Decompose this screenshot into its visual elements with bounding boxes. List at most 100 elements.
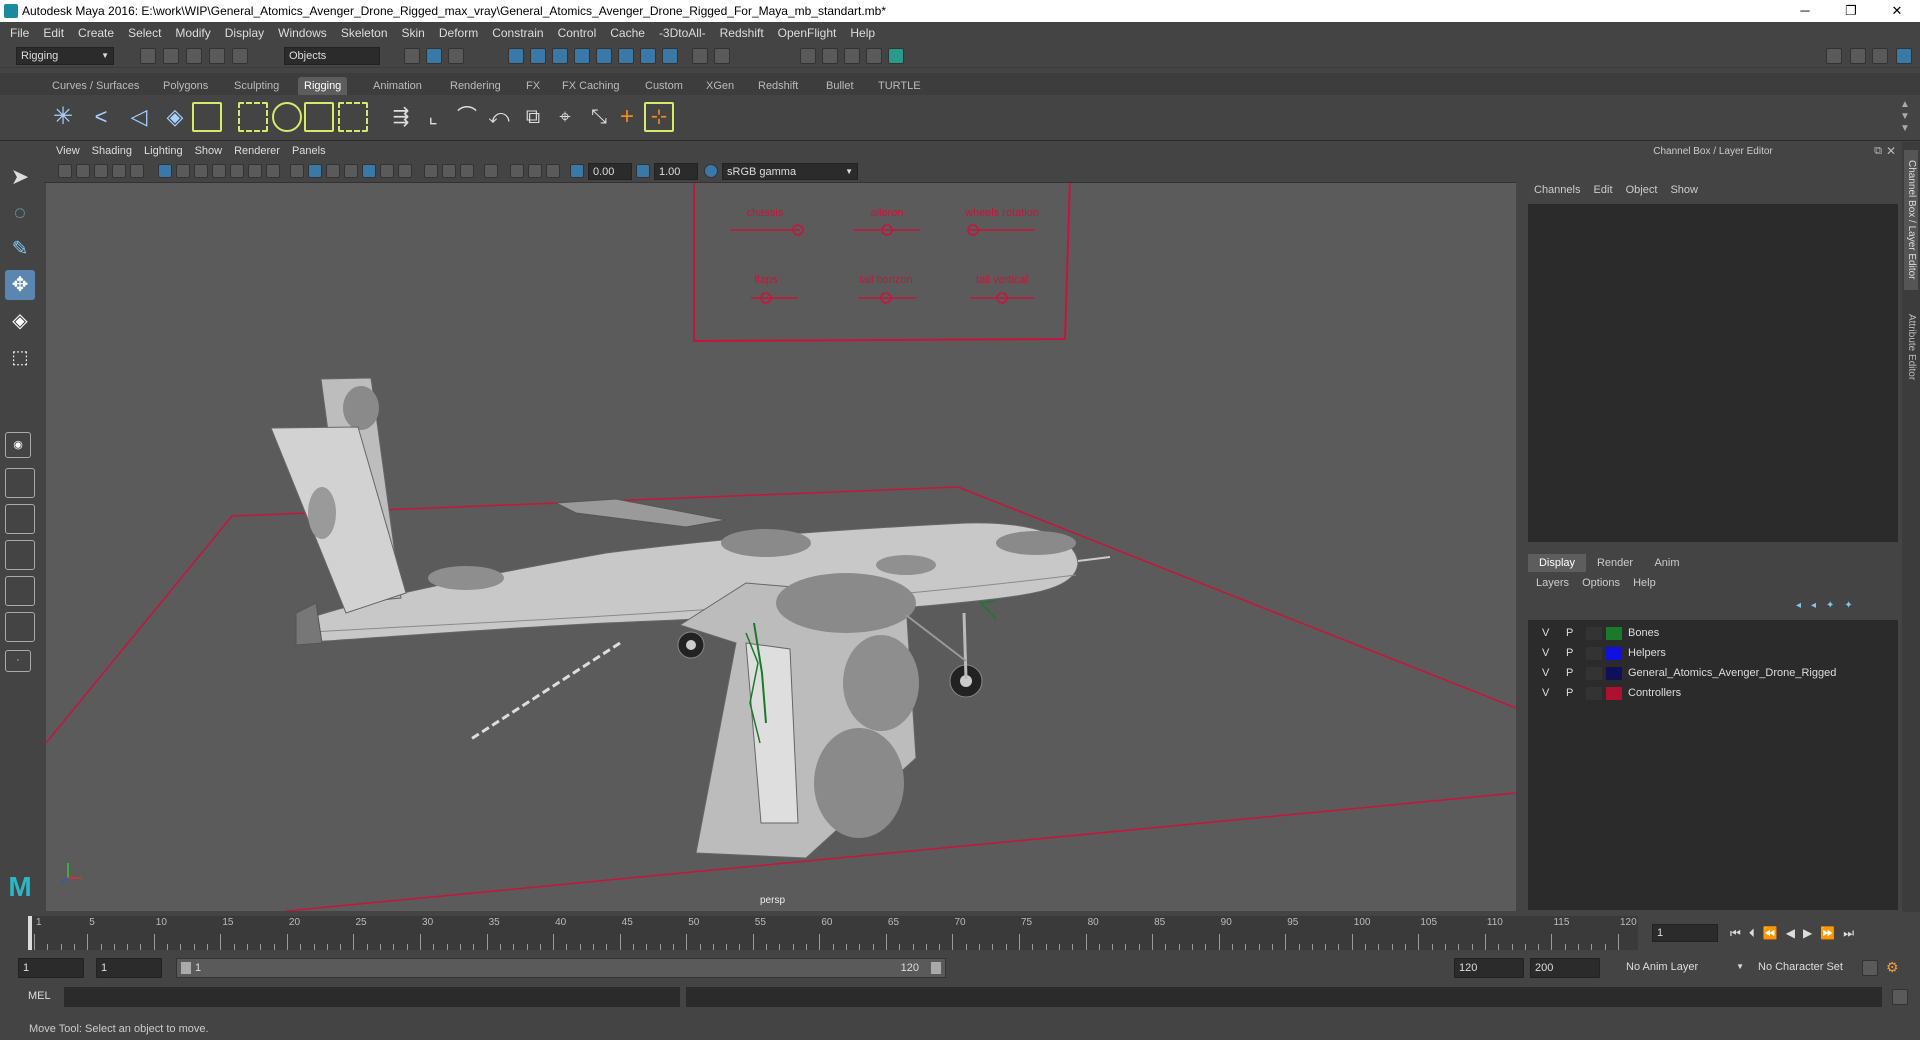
- mirror-joint-icon[interactable]: ◈: [160, 102, 190, 132]
- render-frame-icon[interactable]: [822, 48, 838, 64]
- exposure-icon[interactable]: [570, 164, 584, 178]
- current-frame-field[interactable]: 1: [1652, 924, 1718, 942]
- layer-color-swatch[interactable]: [1606, 667, 1622, 680]
- step-back-key-icon[interactable]: ⏴: [1749, 926, 1763, 940]
- safe-title-icon[interactable]: [266, 164, 280, 178]
- channels-menu-show[interactable]: Show: [1670, 184, 1698, 196]
- vp-menu-panels[interactable]: Panels: [292, 145, 326, 157]
- wireframe-icon[interactable]: [290, 164, 304, 178]
- save-scene-icon[interactable]: [186, 48, 202, 64]
- cluster-handle-icon[interactable]: ⊹: [644, 102, 674, 132]
- wrap-deformer-icon[interactable]: [338, 102, 368, 132]
- shelf-tab-custom[interactable]: Custom: [639, 77, 689, 95]
- textured-icon[interactable]: [344, 164, 358, 178]
- aim-constraint-icon[interactable]: ⌖: [550, 102, 580, 132]
- xray-icon[interactable]: [510, 164, 524, 178]
- menu-file[interactable]: File: [10, 26, 29, 40]
- layer-tab-display[interactable]: Display: [1528, 554, 1586, 572]
- color-management-icon[interactable]: [704, 164, 718, 178]
- isolate-select-icon[interactable]: [484, 164, 498, 178]
- shelf-tab-turtle[interactable]: TURTLE: [872, 77, 927, 95]
- close-button[interactable]: ✕: [1874, 0, 1920, 22]
- shelf-tab-fx[interactable]: FX: [520, 77, 546, 95]
- history-icon[interactable]: [662, 48, 678, 64]
- vp-menu-renderer[interactable]: Renderer: [234, 145, 280, 157]
- motion-blur-icon[interactable]: [424, 164, 438, 178]
- open-scene-icon[interactable]: [163, 48, 179, 64]
- menu-help[interactable]: Help: [850, 26, 875, 40]
- shelf-tab-sculpting[interactable]: Sculpting: [228, 77, 285, 95]
- layer-playback-toggle[interactable]: P: [1566, 684, 1573, 703]
- layer-tab-render[interactable]: Render: [1588, 554, 1642, 572]
- persp-uv-layout-icon[interactable]: [5, 612, 35, 642]
- select-component-icon[interactable]: [448, 48, 464, 64]
- ik-handle-icon[interactable]: <: [86, 102, 116, 132]
- select-tool-icon[interactable]: ➤: [5, 162, 35, 192]
- close-panel-icon[interactable]: ✕: [1886, 144, 1896, 158]
- grid-toggle-icon[interactable]: [158, 164, 172, 178]
- layer-visibility-toggle[interactable]: V: [1542, 644, 1549, 663]
- play-backward-icon[interactable]: ◀: [1786, 926, 1803, 940]
- select-hierarchy-icon[interactable]: [404, 48, 420, 64]
- layer-visibility-toggle[interactable]: V: [1542, 684, 1549, 703]
- layer-name[interactable]: Bones: [1628, 624, 1659, 643]
- layer-tab-anim[interactable]: Anim: [1644, 554, 1690, 572]
- channel-box-area[interactable]: [1528, 204, 1898, 542]
- layer-action-icons[interactable]: ◂◂✦✦: [1796, 600, 1863, 611]
- snap-point-icon[interactable]: [552, 48, 568, 64]
- side-tab-channel-box[interactable]: Channel Box / Layer Editor: [1904, 150, 1918, 290]
- layer-playback-toggle[interactable]: P: [1566, 664, 1573, 683]
- selection-mode-dropdown[interactable]: Objects: [284, 47, 380, 65]
- time-slider[interactable]: 1 5 10 15 20 25 30 35 40 45 50 55 60 65 70 75 80 85 90 95 10…: [28, 916, 1638, 950]
- gate-mask-icon[interactable]: [212, 164, 226, 178]
- smooth-bind-icon[interactable]: [272, 102, 302, 132]
- playback-controls[interactable]: ⏮⏴⏪◀▶⏩⏭: [1730, 924, 1916, 942]
- four-view-layout-icon[interactable]: [5, 468, 35, 498]
- shadows-icon[interactable]: [380, 164, 394, 178]
- layer-visibility-toggle[interactable]: V: [1542, 664, 1549, 683]
- perspective-viewport[interactable]: chassis aileron wheels rotation flaps ta…: [46, 183, 1516, 911]
- layer-type-box[interactable]: [1586, 627, 1602, 640]
- go-to-end-icon[interactable]: ⏭: [1843, 926, 1862, 940]
- cluster-icon[interactable]: ⇶: [386, 102, 416, 132]
- bind-skin-icon[interactable]: [238, 102, 268, 132]
- control-label-tail-vertical[interactable]: tail vertical: [976, 274, 1028, 286]
- control-label-chassis[interactable]: chassis: [747, 207, 784, 219]
- shelf-tab-bullet[interactable]: Bullet: [820, 77, 860, 95]
- snap-surface-icon[interactable]: [596, 48, 612, 64]
- layout-options-icon[interactable]: ·: [5, 650, 31, 672]
- film-gate-icon[interactable]: [176, 164, 190, 178]
- layer-menu-layers[interactable]: Layers: [1536, 577, 1569, 589]
- animation-preferences-icon[interactable]: ⚙: [1886, 960, 1902, 976]
- layer-type-box[interactable]: [1586, 687, 1602, 700]
- create-joints-icon[interactable]: ✳: [48, 102, 78, 132]
- snap-grid-icon[interactable]: [508, 48, 524, 64]
- lattice-icon[interactable]: [304, 102, 334, 132]
- anim-layer-dropdown[interactable]: No Anim Layer ▼: [1622, 958, 1748, 978]
- gamma-icon[interactable]: [636, 164, 650, 178]
- resolution-gate-icon[interactable]: [194, 164, 208, 178]
- layer-color-swatch[interactable]: [1606, 627, 1622, 640]
- shelf-tab-xgen[interactable]: XGen: [700, 77, 740, 95]
- bookmark-icon[interactable]: [94, 164, 108, 178]
- menu-openflight[interactable]: OpenFlight: [778, 26, 837, 40]
- ipr-render-icon[interactable]: [844, 48, 860, 64]
- snap-vertex-icon[interactable]: [618, 48, 634, 64]
- play-forward-icon[interactable]: ▶: [1803, 926, 1820, 940]
- menu-constrain[interactable]: Constrain: [492, 26, 543, 40]
- drone-model[interactable]: [270, 377, 1111, 859]
- snap-curve-icon[interactable]: [530, 48, 546, 64]
- persp-hypershade-layout-icon[interactable]: [5, 576, 35, 606]
- shelf-scroll-icon[interactable]: ▲ ▼ ▼: [1900, 99, 1910, 135]
- command-language-label[interactable]: MEL: [28, 990, 51, 1002]
- field-chart-icon[interactable]: [230, 164, 244, 178]
- image-plane-icon[interactable]: [112, 164, 126, 178]
- lasso-tool-icon[interactable]: ◌: [5, 198, 35, 228]
- outliner-toggle-icon[interactable]: [1850, 48, 1866, 64]
- menu-deform[interactable]: Deform: [439, 26, 478, 40]
- float-panel-icon[interactable]: ⧉: [1874, 145, 1882, 158]
- layer-row[interactable]: V P Helpers: [1532, 644, 1898, 663]
- rotate-tool-icon[interactable]: ◈: [5, 306, 35, 336]
- camera-select-icon[interactable]: [58, 164, 72, 178]
- view-transform-dropdown[interactable]: sRGB gamma ▼: [722, 163, 858, 180]
